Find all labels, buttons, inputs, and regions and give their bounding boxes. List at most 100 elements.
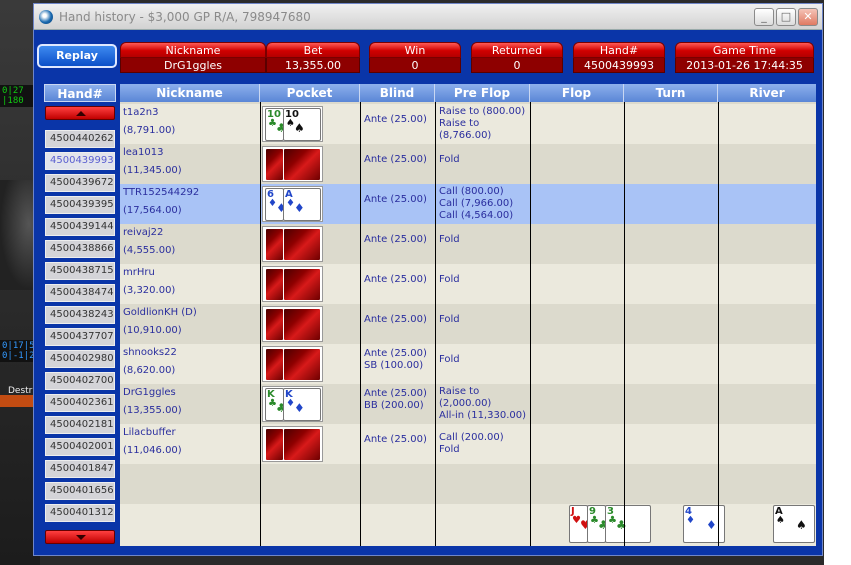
preflop-cell: Fold xyxy=(436,304,529,344)
title-bar[interactable]: Hand history - $3,000 GP R/A, 798947680 … xyxy=(34,4,822,30)
hand-list-item[interactable]: 4500437707 xyxy=(45,328,115,346)
table-row-highlighted[interactable]: TTR152544292 (17,564.00) 6 ♦ ♦ A ♦ ♦ Ante (25… xyxy=(120,184,816,224)
table-row[interactable]: GoldlionKH (D) (10,910.00) Ante (25.00) F… xyxy=(120,304,816,344)
summary-returned: Returned 0 xyxy=(471,42,563,74)
diamond-suit-icon: ♦ xyxy=(294,201,305,215)
column-header-blind: Blind xyxy=(360,84,435,102)
pocket-cards-hidden xyxy=(262,426,323,462)
hand-list-item[interactable]: 4500401312 xyxy=(45,504,115,522)
replay-button[interactable]: Replay xyxy=(37,44,117,68)
summary-value: 13,355.00 xyxy=(266,58,360,73)
column-header-turn: Turn xyxy=(624,84,718,102)
pocket-cards-hidden xyxy=(262,226,323,262)
table-row[interactable]: mrHru (3,320.00) Ante (25.00) Fold xyxy=(120,264,816,304)
hand-list-item[interactable]: 4500440262 xyxy=(45,130,115,148)
blind-text: SB (100.00) xyxy=(364,360,424,371)
close-button[interactable]: ✕ xyxy=(798,8,818,26)
blind-cell: Ante (25.00) xyxy=(361,144,434,184)
hand-list-item-selected[interactable]: 4500439993 xyxy=(45,152,115,170)
player-stack: (11,345.00) xyxy=(123,165,182,176)
hand-list-item[interactable]: 4500402361 xyxy=(45,394,115,412)
hand-list-item[interactable]: 4500401847 xyxy=(45,460,115,478)
table-row[interactable]: DrG1ggles (13,355.00) K ♣ ♣ K ♦ ♦ Ante (25.00… xyxy=(120,384,816,424)
diamond-suit-icon: ♦ xyxy=(686,515,695,526)
blind-text: Ante (25.00) xyxy=(364,348,427,359)
arrow-down-icon xyxy=(76,535,86,540)
action-text: Fold xyxy=(439,154,460,165)
player-cell: GoldlionKH (D) (10,910.00) xyxy=(120,304,260,344)
player-cell: Lilacbuffer (11,046.00) xyxy=(120,424,260,464)
table-row[interactable]: reivaj22 (4,555.00) Ante (25.00) Fold xyxy=(120,224,816,264)
blind-text: Ante (25.00) xyxy=(364,274,427,285)
action-text: Fold xyxy=(439,234,460,245)
minimize-button[interactable]: _ xyxy=(754,8,774,26)
player-stack: (8,620.00) xyxy=(123,365,176,376)
table-row[interactable]: Lilacbuffer (11,046.00) Ante (25.00) Call… xyxy=(120,424,816,464)
card-back-icon xyxy=(283,268,321,301)
summary-label: Hand# xyxy=(573,42,665,58)
scroll-up-button[interactable] xyxy=(45,106,115,120)
playing-card: 6 ♦ ♦ xyxy=(265,188,287,221)
card-back-icon xyxy=(265,148,284,181)
player-name: mrHru xyxy=(123,267,155,278)
club-suit-icon: ♣ xyxy=(616,518,627,532)
preflop-cell: Fold xyxy=(436,144,529,184)
pocket-cards-hidden xyxy=(262,346,323,382)
column-header-river: River xyxy=(718,84,816,102)
player-cell: shnooks22 (8,620.00) xyxy=(120,344,260,384)
action-text: Call (7,966.00) xyxy=(439,198,514,209)
hand-list-item[interactable]: 4500438866 xyxy=(45,240,115,258)
table-row-empty xyxy=(120,464,816,504)
hand-list-item[interactable]: 4500402181 xyxy=(45,416,115,434)
blind-cell: Ante (25.00) SB (100.00) xyxy=(361,344,434,384)
background-score-strip: 0|27 |180 xyxy=(0,85,36,107)
pocket-cards-hidden xyxy=(262,306,323,342)
card-back-icon xyxy=(265,428,284,461)
hand-list-item[interactable]: 4500439395 xyxy=(45,196,115,214)
hand-list-item[interactable]: 4500402700 xyxy=(45,372,115,390)
summary-bet: Bet 13,355.00 xyxy=(266,42,360,74)
hand-list-item[interactable]: 4500402980 xyxy=(45,350,115,368)
background-score-text: |180 xyxy=(2,96,24,106)
summary-value: DrG1ggles xyxy=(120,58,266,73)
player-cell: lea1013 (11,345.00) xyxy=(120,144,260,184)
preflop-cell: Fold xyxy=(436,264,529,304)
hand-list-item[interactable]: 4500439672 xyxy=(45,174,115,192)
card-back-icon xyxy=(283,148,321,181)
action-text: Fold xyxy=(439,444,460,455)
blind-cell: Ante (25.00) xyxy=(361,424,434,464)
playing-card: 10 ♣ ♣ xyxy=(265,108,287,141)
hand-list-item[interactable]: 4500439144 xyxy=(45,218,115,236)
blind-text: Ante (25.00) xyxy=(364,114,427,125)
hand-list-item[interactable]: 4500438474 xyxy=(45,284,115,302)
summary-hand-number: Hand# 4500439993 xyxy=(573,42,665,74)
action-text: Fold xyxy=(439,314,460,325)
column-header-flop: Flop xyxy=(530,84,624,102)
action-text: Fold xyxy=(439,274,460,285)
action-text: (2,000.00) xyxy=(439,398,492,409)
blind-cell: Ante (25.00) xyxy=(361,104,434,144)
background-score-strip-2: 0|17|5 0|-1|25 xyxy=(0,340,40,362)
card-back-icon xyxy=(265,348,284,381)
hand-list-item[interactable]: 4500438243 xyxy=(45,306,115,324)
table-row[interactable]: shnooks22 (8,620.00) Ante (25.00) SB (100… xyxy=(120,344,816,384)
maximize-button[interactable]: □ xyxy=(776,8,796,26)
hand-list-item[interactable]: 4500402001 xyxy=(45,438,115,456)
table-row[interactable]: t1a2n3 (8,791.00) 10 ♣ ♣ 10 ♠ ♠ Ante (25.00) … xyxy=(120,104,816,144)
preflop-cell: Fold xyxy=(436,344,529,384)
playing-card: 10 ♠ ♠ xyxy=(283,108,321,141)
window-title: Hand history - $3,000 GP R/A, 798947680 xyxy=(59,10,311,24)
blind-cell: Ante (25.00) BB (200.00) xyxy=(361,384,434,424)
table-row[interactable]: lea1013 (11,345.00) Ante (25.00) Fold xyxy=(120,144,816,184)
scroll-down-button[interactable] xyxy=(45,530,115,544)
action-text: All-in (11,330.00) xyxy=(439,410,526,421)
blind-text: Ante (25.00) xyxy=(364,388,427,399)
hand-list-item[interactable]: 4500401656 xyxy=(45,482,115,500)
background-orange-bar xyxy=(0,395,36,407)
blind-text: Ante (25.00) xyxy=(364,434,427,445)
pocket-cards: 10 ♣ ♣ 10 ♠ ♠ xyxy=(262,106,323,142)
hand-list-item[interactable]: 4500438715 xyxy=(45,262,115,280)
column-header-preflop: Pre Flop xyxy=(435,84,530,102)
hand-list: Hand# 4500440262 4500439993 4500439672 4… xyxy=(44,84,116,546)
summary-label: Bet xyxy=(266,42,360,58)
